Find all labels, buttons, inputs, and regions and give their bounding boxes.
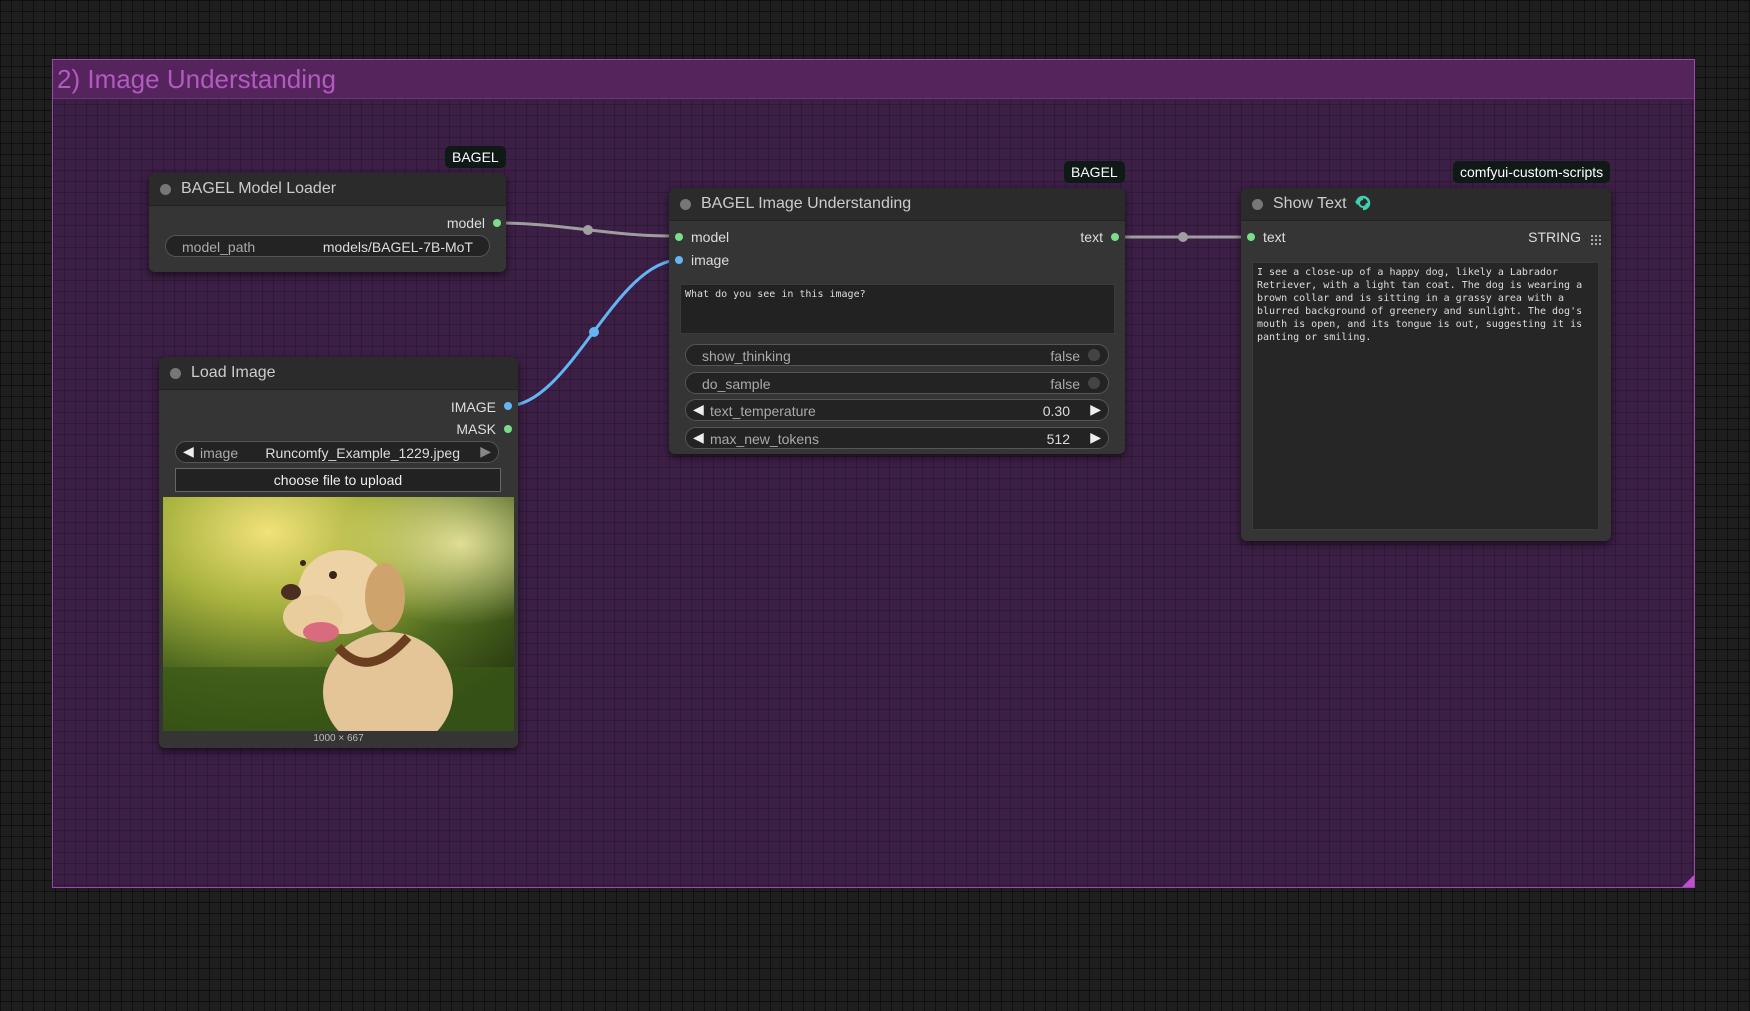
input-image-label: image	[691, 252, 730, 268]
input-text-slot[interactable]	[1247, 233, 1255, 241]
combo-value: Runcomfy_Example_1229.jpeg	[265, 445, 460, 461]
output-string-label: STRING	[1528, 229, 1581, 245]
input-model-slot[interactable]	[675, 233, 683, 241]
output-image-slot[interactable]	[504, 402, 512, 410]
dog-photo	[163, 497, 514, 731]
image-size-label: 1000 × 667	[313, 733, 364, 744]
output-mask-slot[interactable]	[504, 425, 512, 433]
output-model-slot[interactable]	[493, 219, 501, 227]
widget-label: do_sample	[702, 376, 771, 392]
input-image-slot[interactable]	[675, 256, 683, 264]
toggle-indicator	[1088, 349, 1100, 361]
widget-value: 0.30	[1042, 403, 1070, 419]
node-badge-custom-scripts: comfyui-custom-scripts	[1453, 161, 1611, 183]
output-model-label: model	[446, 215, 485, 231]
do-sample-toggle[interactable]: do_sample false	[685, 372, 1109, 394]
node-collapse-dot[interactable]	[680, 199, 691, 210]
group-header[interactable]: 2) Image Understanding	[53, 60, 1694, 99]
increment-arrow[interactable]: ▶	[1090, 401, 1101, 418]
node-title: BAGEL Image Understanding	[701, 195, 912, 212]
decrement-arrow[interactable]: ◀	[693, 429, 704, 446]
node-collapse-dot[interactable]	[170, 368, 181, 379]
prompt-textarea[interactable]: What do you see in this image?	[680, 284, 1115, 334]
output-textarea[interactable]: I see a close-up of a happy dog, likely …	[1252, 262, 1599, 530]
node-header[interactable]: BAGEL Model Loader	[149, 173, 506, 206]
node-title: Show Text	[1273, 195, 1347, 212]
combo-prev-arrow[interactable]: ◀	[183, 443, 194, 460]
input-text-label: text	[1263, 229, 1286, 245]
output-text-slot[interactable]	[1111, 233, 1119, 241]
node-collapse-dot[interactable]	[1252, 199, 1263, 210]
widget-value: 512	[1046, 431, 1070, 447]
show-thinking-toggle[interactable]: show_thinking false	[685, 344, 1109, 366]
group-resize-handle[interactable]	[1682, 875, 1694, 887]
node-badge-bagel: BAGEL	[1064, 161, 1125, 183]
toggle-indicator	[1088, 377, 1100, 389]
grid-icon[interactable]	[1591, 232, 1601, 245]
node-bagel-model-loader[interactable]: BAGEL Model Loader model model_path mode…	[149, 173, 506, 272]
decrement-arrow[interactable]: ◀	[693, 401, 704, 418]
refresh-icon	[1354, 194, 1372, 212]
node-show-text[interactable]: Show Text text STRING I see a close-up o…	[1241, 188, 1611, 541]
output-mask-label: MASK	[456, 421, 496, 437]
combo-next-arrow[interactable]: ▶	[480, 443, 491, 460]
input-model-label: model	[691, 229, 730, 245]
node-title: Load Image	[191, 364, 276, 381]
widget-value: models/BAGEL-7B-MoT	[322, 239, 473, 255]
node-bagel-image-understanding[interactable]: BAGEL Image Understanding model text ima…	[669, 188, 1125, 454]
widget-label: show_thinking	[702, 348, 791, 364]
node-badge-bagel: BAGEL	[445, 146, 506, 168]
output-text-label: text	[1080, 229, 1103, 245]
node-header[interactable]: Show Text	[1241, 188, 1611, 221]
node-collapse-dot[interactable]	[160, 184, 171, 195]
combo-label: image	[200, 445, 239, 461]
group-title: 2) Image Understanding	[57, 64, 336, 94]
choose-file-button[interactable]: choose file to upload	[175, 468, 501, 492]
widget-value: false	[1050, 348, 1080, 364]
increment-arrow[interactable]: ▶	[1090, 429, 1101, 446]
text-temperature-widget[interactable]: ◀ text_temperature 0.30 ▶	[685, 399, 1109, 421]
widget-label: max_new_tokens	[710, 431, 819, 447]
max-new-tokens-widget[interactable]: ◀ max_new_tokens 512 ▶	[685, 427, 1109, 449]
image-combo-widget[interactable]: ◀ image Runcomfy_Example_1229.jpeg ▶	[175, 441, 499, 463]
widget-label: text_temperature	[710, 403, 816, 419]
node-header[interactable]: BAGEL Image Understanding	[669, 188, 1125, 221]
node-title: BAGEL Model Loader	[181, 180, 337, 197]
image-preview	[163, 497, 514, 731]
widget-label: model_path	[182, 239, 256, 255]
widget-value: false	[1050, 376, 1080, 392]
model-path-widget[interactable]: model_path models/BAGEL-7B-MoT	[165, 235, 490, 257]
node-load-image[interactable]: Load Image IMAGE MASK ◀ image Runcomfy_E…	[159, 357, 518, 748]
output-image-label: IMAGE	[450, 399, 496, 415]
node-header[interactable]: Load Image	[159, 357, 518, 390]
